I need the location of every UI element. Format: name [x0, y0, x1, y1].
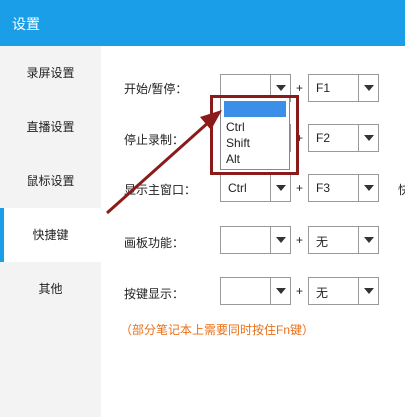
annotation-arrow-icon [106, 110, 222, 215]
